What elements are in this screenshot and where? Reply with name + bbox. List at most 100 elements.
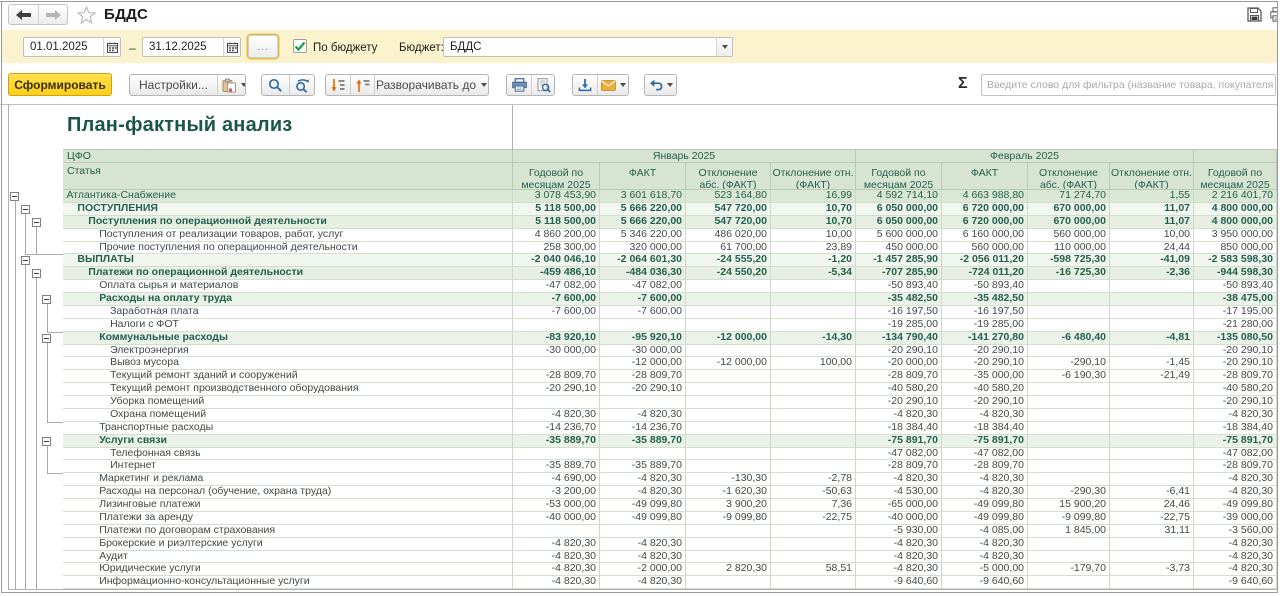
value-cell[interactable]: -4 820,30	[600, 486, 686, 499]
value-cell[interactable]: 523 164,80	[686, 190, 771, 203]
value-cell[interactable]: -4 820,30	[600, 473, 686, 486]
value-cell[interactable]	[1110, 460, 1194, 473]
tree-expander-collapse[interactable]	[42, 334, 51, 343]
value-cell[interactable]: -28 809,70	[600, 370, 686, 383]
value-cell[interactable]: -4 820,30	[600, 576, 686, 589]
row-label-cell[interactable]: Телефонная связь	[63, 448, 513, 461]
value-cell[interactable]: -6,41	[1110, 486, 1194, 499]
value-cell[interactable]: -4 820,30	[513, 551, 600, 564]
value-cell[interactable]	[686, 345, 771, 358]
row-label-cell[interactable]: Лизинговые платежи	[63, 499, 513, 512]
save-file-button[interactable]	[573, 75, 597, 95]
value-cell[interactable]	[1110, 473, 1194, 486]
value-cell[interactable]	[1110, 538, 1194, 551]
value-cell[interactable]	[686, 280, 771, 293]
value-cell[interactable]	[771, 409, 856, 422]
row-label-cell[interactable]: Охрана помещений	[63, 409, 513, 422]
value-cell[interactable]: 11,07	[1110, 216, 1194, 229]
value-cell[interactable]: -6 480,40	[1028, 332, 1110, 345]
value-cell[interactable]	[1110, 409, 1194, 422]
value-cell[interactable]: -53 000,00	[513, 499, 600, 512]
value-cell[interactable]	[1028, 396, 1110, 409]
settings-button[interactable]: Настройки...	[130, 75, 217, 95]
column-header-cell[interactable]: Отклонение отн.(ФАКТ)	[1110, 163, 1194, 190]
row-label-cell[interactable]: ВЫПЛАТЫ	[63, 254, 513, 267]
value-cell[interactable]	[771, 319, 856, 332]
value-cell[interactable]: -4 820,30	[856, 563, 942, 576]
column-header-cell[interactable]: Годовой помесяцам 2025	[1194, 163, 1277, 190]
tree-expander-collapse[interactable]	[21, 256, 30, 265]
value-cell[interactable]: -179,70	[1028, 563, 1110, 576]
value-cell[interactable]: -22,75	[1110, 512, 1194, 525]
value-cell[interactable]: -35 482,50	[942, 293, 1028, 306]
value-cell[interactable]: -47 082,00	[856, 448, 942, 461]
value-cell[interactable]: -2,78	[771, 473, 856, 486]
value-cell[interactable]: -4 820,30	[513, 563, 600, 576]
value-cell[interactable]	[1028, 460, 1110, 473]
value-cell[interactable]	[1028, 435, 1110, 448]
value-cell[interactable]: -35 889,70	[513, 435, 600, 448]
value-cell[interactable]: 7,36	[771, 499, 856, 512]
value-cell[interactable]	[686, 525, 771, 538]
value-cell[interactable]: 5 666 220,00	[600, 216, 686, 229]
value-cell[interactable]: -47 082,00	[513, 280, 600, 293]
value-cell[interactable]: 670 000,00	[1028, 216, 1110, 229]
value-cell[interactable]: -12 000,00	[600, 357, 686, 370]
value-cell[interactable]: 4 800 000,00	[1194, 216, 1277, 229]
value-cell[interactable]: 5 346 220,00	[600, 229, 686, 242]
value-cell[interactable]	[1028, 306, 1110, 319]
value-cell[interactable]: 58,51	[771, 563, 856, 576]
value-cell[interactable]	[600, 525, 686, 538]
value-cell[interactable]: -20 290,10	[1194, 345, 1277, 358]
save-icon[interactable]	[1247, 7, 1263, 23]
row-label-cell[interactable]: Платежи по операционной деятельности	[63, 267, 513, 280]
value-cell[interactable]: -30 000,00	[513, 345, 600, 358]
value-cell[interactable]	[1110, 435, 1194, 448]
value-cell[interactable]: -4 820,30	[856, 538, 942, 551]
value-cell[interactable]: -1,20	[771, 254, 856, 267]
value-cell[interactable]: 24,44	[1110, 242, 1194, 255]
value-cell[interactable]: -4 530,00	[856, 486, 942, 499]
value-cell[interactable]: -724 011,20	[942, 267, 1028, 280]
value-cell[interactable]: -50,63	[771, 486, 856, 499]
value-cell[interactable]: -40 000,00	[856, 512, 942, 525]
row-label-cell[interactable]: Расходы на персонал (обучение, охрана тр…	[63, 486, 513, 499]
value-cell[interactable]: 31,11	[1110, 525, 1194, 538]
value-cell[interactable]: -4 820,30	[942, 551, 1028, 564]
value-cell[interactable]: -22,75	[771, 512, 856, 525]
value-cell[interactable]	[1028, 448, 1110, 461]
row-label-cell[interactable]: Расходы на оплату труда	[63, 293, 513, 306]
value-cell[interactable]: -4 820,30	[600, 409, 686, 422]
value-cell[interactable]: -75 891,70	[1194, 435, 1277, 448]
row-label-cell[interactable]: Коммунальные расходы	[63, 332, 513, 345]
tree-expander-collapse[interactable]	[21, 205, 30, 214]
value-cell[interactable]	[686, 396, 771, 409]
value-cell[interactable]: -49 099,80	[942, 512, 1028, 525]
value-cell[interactable]	[771, 293, 856, 306]
value-cell[interactable]: 6 050 000,00	[856, 216, 942, 229]
value-cell[interactable]: -18 384,40	[942, 422, 1028, 435]
value-cell[interactable]: 24,46	[1110, 499, 1194, 512]
value-cell[interactable]: -4 820,30	[856, 473, 942, 486]
value-cell[interactable]: -19 285,00	[942, 319, 1028, 332]
value-cell[interactable]	[771, 460, 856, 473]
value-cell[interactable]: -83 920,10	[513, 332, 600, 345]
value-cell[interactable]: 11,07	[1110, 203, 1194, 216]
value-cell[interactable]	[1028, 319, 1110, 332]
value-cell[interactable]: 6 160 000,00	[942, 229, 1028, 242]
value-cell[interactable]: -14 236,70	[600, 422, 686, 435]
value-cell[interactable]: -1,45	[1110, 357, 1194, 370]
value-cell[interactable]: -5 000,00	[942, 563, 1028, 576]
value-cell[interactable]: 4 663 988,80	[942, 190, 1028, 203]
value-cell[interactable]: -95 920,10	[600, 332, 686, 345]
value-cell[interactable]: -4 820,30	[942, 409, 1028, 422]
value-cell[interactable]: 547 720,00	[686, 216, 771, 229]
value-cell[interactable]: 61 700,00	[686, 242, 771, 255]
value-cell[interactable]: 6 050 000,00	[856, 203, 942, 216]
row-label-cell[interactable]: Платежи по договорам страхования	[63, 525, 513, 538]
value-cell[interactable]: 71 274,70	[1028, 190, 1110, 203]
row-label-cell[interactable]: ПОСТУПЛЕНИЯ	[63, 203, 513, 216]
value-cell[interactable]: 3 601 618,70	[600, 190, 686, 203]
value-cell[interactable]	[771, 422, 856, 435]
value-cell[interactable]: -35 889,70	[600, 435, 686, 448]
